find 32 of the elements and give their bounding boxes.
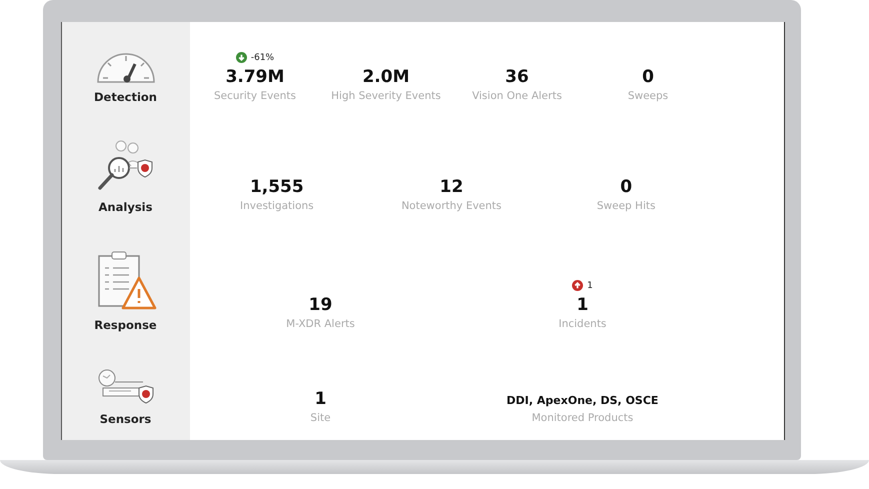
stat-label: Noteworthy Events — [401, 200, 502, 212]
sidebar-label: Analysis — [98, 200, 152, 214]
sidebar-label: Detection — [94, 90, 157, 104]
stat-label: High Severity Events — [331, 90, 441, 102]
sidebar-item[interactable]: Response — [62, 228, 190, 346]
stat-value: 19 — [308, 295, 332, 315]
sidebar-item[interactable]: Sensors — [62, 346, 190, 440]
stat-label: Investigations — [240, 200, 314, 212]
stat-value: 1 — [314, 389, 326, 409]
stat-value: 2.0M — [362, 67, 410, 87]
stat-value: 36 — [505, 67, 529, 87]
stat-label: Monitored Products — [532, 412, 634, 424]
stat-value: 3.79M — [226, 67, 284, 87]
stat-label: Sweeps — [628, 90, 668, 102]
sidebar-label: Sensors — [100, 412, 152, 426]
stat-value: 0 — [642, 67, 654, 87]
sidebar-item[interactable]: Analysis — [62, 118, 190, 228]
stat-value: 1 — [576, 295, 588, 315]
change-value: 1 — [587, 280, 593, 290]
stat-label: M-XDR Alerts — [286, 318, 355, 330]
stat-label: Vision One Alerts — [472, 90, 562, 102]
stat-label: Incidents — [558, 318, 606, 330]
stat-value: 1,555 — [250, 177, 304, 197]
sidebar-item[interactable]: Detection — [62, 22, 190, 118]
change-value: -61% — [250, 52, 274, 62]
stat-label: Sweep Hits — [596, 200, 656, 212]
stat-label: Site — [310, 412, 331, 424]
sidebar-label: Response — [94, 318, 157, 332]
stat-label: Security Events — [214, 90, 296, 102]
stat-value: DDI, ApexOne, DS, OSCE — [506, 394, 658, 407]
stat-value: 0 — [620, 177, 632, 197]
stat-value: 12 — [440, 177, 464, 197]
